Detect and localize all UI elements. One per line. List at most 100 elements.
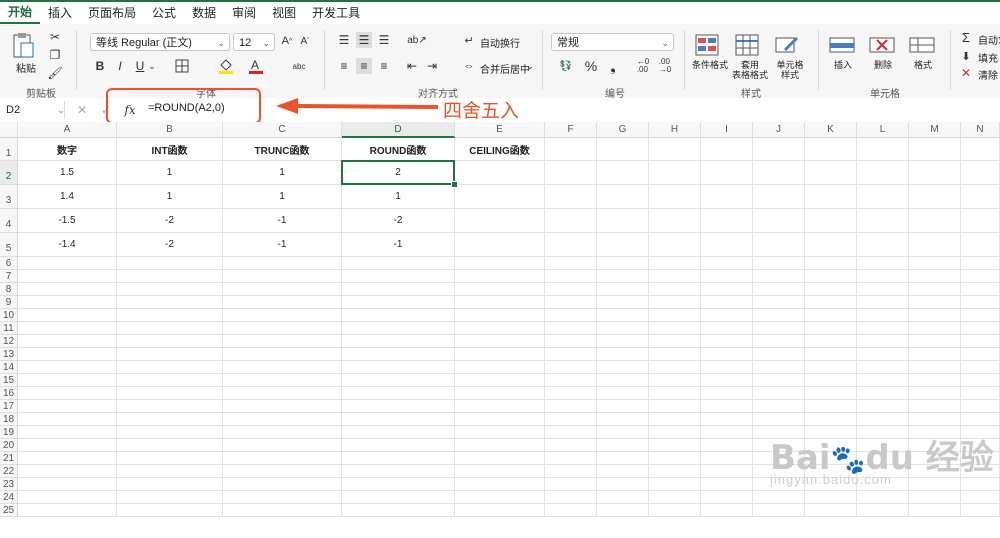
cell-F7[interactable] <box>545 270 597 283</box>
cell-G20[interactable] <box>597 439 649 452</box>
cell-K18[interactable] <box>805 413 857 426</box>
cell-B1[interactable]: INT函数 <box>117 138 223 161</box>
cell-B10[interactable] <box>117 309 223 322</box>
merge-center-icon[interactable]: ⇔ <box>462 59 476 73</box>
cell-G18[interactable] <box>597 413 649 426</box>
cell-C4[interactable]: -1 <box>223 209 342 233</box>
cell-C17[interactable] <box>223 400 342 413</box>
cell-N9[interactable] <box>961 296 1000 309</box>
cell-G22[interactable] <box>597 465 649 478</box>
font-color-icon[interactable]: A <box>248 57 264 75</box>
cell-E19[interactable] <box>455 426 545 439</box>
insert-cells-icon[interactable] <box>828 32 856 58</box>
name-box-chevron-icon[interactable]: ⌄ <box>56 102 66 118</box>
cell-A20[interactable] <box>18 439 117 452</box>
fill-handle[interactable] <box>451 181 458 188</box>
cell-C24[interactable] <box>223 491 342 504</box>
cell-I20[interactable] <box>701 439 753 452</box>
tab-0[interactable]: 开始 <box>0 3 41 24</box>
cell-H1[interactable] <box>649 138 701 161</box>
cell-A10[interactable] <box>18 309 117 322</box>
number-format-select[interactable]: 常规 ⌄ <box>551 33 674 51</box>
cell-I9[interactable] <box>701 296 753 309</box>
cell-E17[interactable] <box>455 400 545 413</box>
align-right-icon[interactable]: ≡ <box>376 58 392 74</box>
cell-D18[interactable] <box>342 413 455 426</box>
cell-F8[interactable] <box>545 283 597 296</box>
cell-J1[interactable] <box>753 138 805 161</box>
cell-J13[interactable] <box>753 348 805 361</box>
column-header-E[interactable]: E <box>455 122 545 138</box>
cell-F13[interactable] <box>545 348 597 361</box>
cell-I12[interactable] <box>701 335 753 348</box>
cell-D14[interactable] <box>342 361 455 374</box>
cell-L10[interactable] <box>857 309 909 322</box>
tab-4[interactable]: 数据 <box>184 2 224 24</box>
row-header-20[interactable]: 20 <box>0 439 18 452</box>
column-header-C[interactable]: C <box>223 122 342 138</box>
cell-G4[interactable] <box>597 209 649 233</box>
cell-H20[interactable] <box>649 439 701 452</box>
cell-N17[interactable] <box>961 400 1000 413</box>
cell-I3[interactable] <box>701 185 753 209</box>
cell-L2[interactable] <box>857 161 909 185</box>
cell-K7[interactable] <box>805 270 857 283</box>
cell-C3[interactable]: 1 <box>223 185 342 209</box>
cell-N8[interactable] <box>961 283 1000 296</box>
cell-A4[interactable]: -1.5 <box>18 209 117 233</box>
cell-K14[interactable] <box>805 361 857 374</box>
cell-K5[interactable] <box>805 233 857 257</box>
column-header-D[interactable]: D <box>342 122 455 138</box>
tab-1[interactable]: 插入 <box>40 2 80 24</box>
align-bottom-icon[interactable]: ☰ <box>376 32 392 48</box>
cell-G23[interactable] <box>597 478 649 491</box>
cell-I5[interactable] <box>701 233 753 257</box>
cell-L8[interactable] <box>857 283 909 296</box>
cell-I6[interactable] <box>701 257 753 270</box>
row-header-9[interactable]: 9 <box>0 296 18 309</box>
cell-G24[interactable] <box>597 491 649 504</box>
bold-button[interactable]: B <box>94 59 106 73</box>
row-header-12[interactable]: 12 <box>0 335 18 348</box>
column-header-G[interactable]: G <box>597 122 649 138</box>
cell-M24[interactable] <box>909 491 961 504</box>
cell-J8[interactable] <box>753 283 805 296</box>
format-button[interactable]: 格式 <box>908 60 938 70</box>
cell-N13[interactable] <box>961 348 1000 361</box>
cell-F2[interactable] <box>545 161 597 185</box>
cell-K11[interactable] <box>805 322 857 335</box>
cell-I23[interactable] <box>701 478 753 491</box>
cell-J6[interactable] <box>753 257 805 270</box>
shrink-font-icon[interactable]: Aˇ <box>298 33 312 49</box>
cell-M18[interactable] <box>909 413 961 426</box>
cell-A13[interactable] <box>18 348 117 361</box>
cell-E18[interactable] <box>455 413 545 426</box>
cancel-icon[interactable]: ✕ <box>76 102 88 118</box>
cell-D12[interactable] <box>342 335 455 348</box>
cell-D19[interactable] <box>342 426 455 439</box>
increase-indent-icon[interactable]: ⇥ <box>424 58 440 74</box>
cell-B13[interactable] <box>117 348 223 361</box>
cell-A1[interactable]: 数字 <box>18 138 117 161</box>
cell-K2[interactable] <box>805 161 857 185</box>
cell-A21[interactable] <box>18 452 117 465</box>
cell-L12[interactable] <box>857 335 909 348</box>
borders-icon[interactable] <box>174 58 190 74</box>
autosum-icon[interactable]: Σ <box>960 30 972 45</box>
cell-L4[interactable] <box>857 209 909 233</box>
cell-B24[interactable] <box>117 491 223 504</box>
cell-N10[interactable] <box>961 309 1000 322</box>
cell-G5[interactable] <box>597 233 649 257</box>
cell-D11[interactable] <box>342 322 455 335</box>
cell-styles-icon[interactable] <box>774 32 800 58</box>
cell-M11[interactable] <box>909 322 961 335</box>
select-all-corner[interactable] <box>0 122 18 138</box>
cell-A16[interactable] <box>18 387 117 400</box>
cell-N15[interactable] <box>961 374 1000 387</box>
cell-C15[interactable] <box>223 374 342 387</box>
decrease-decimal-icon[interactable]: .00 →0 <box>656 57 674 75</box>
underline-button[interactable]: U <box>134 59 146 73</box>
cell-J24[interactable] <box>753 491 805 504</box>
cell-H2[interactable] <box>649 161 701 185</box>
cell-H10[interactable] <box>649 309 701 322</box>
